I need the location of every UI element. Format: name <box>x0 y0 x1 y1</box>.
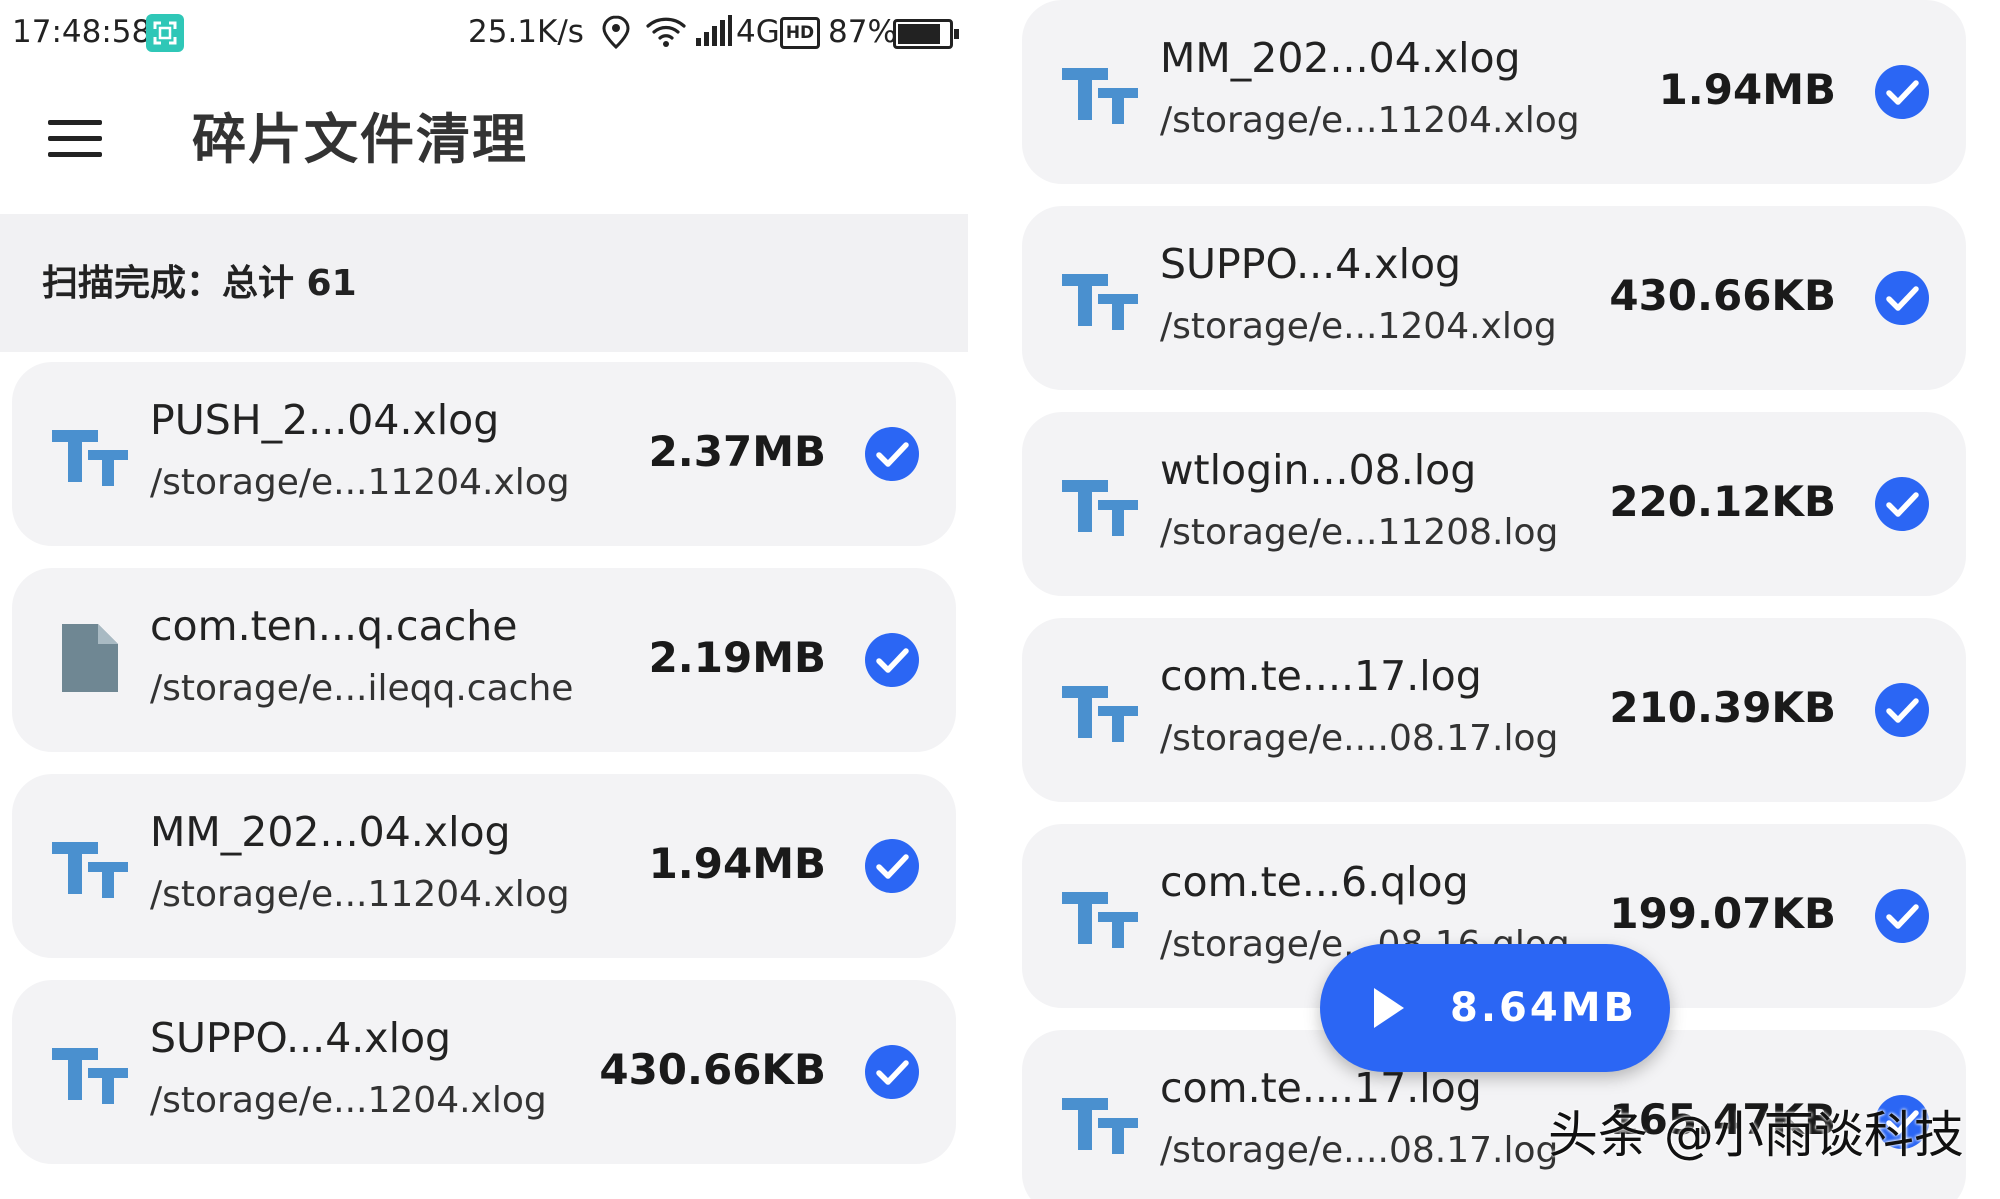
file-path: /storage/e...ileqq.cache <box>150 668 574 709</box>
watermark: 头条 @小雨谈科技 <box>1548 1106 1964 1164</box>
file-card[interactable]: MM_202...04.xlog/storage/e...11204.xlog 1… <box>12 774 956 958</box>
text-file-icon <box>1060 256 1140 336</box>
file-path: /storage/e...11208.log <box>1160 512 1559 553</box>
hd-badge: HD <box>780 17 820 49</box>
file-size: 220.12KB <box>1609 477 1836 526</box>
text-file-icon <box>1060 1080 1140 1160</box>
file-size: 430.66KB <box>1609 271 1836 320</box>
checkbox-checked-icon[interactable] <box>864 838 920 894</box>
file-card[interactable]: wtlogin...08.log/storage/e...11208.log 22… <box>1022 412 1966 596</box>
file-list: PUSH_2...04.xlog/storage/e...11204.xlog 2… <box>0 362 968 1199</box>
file-card[interactable]: com.te....17.log/storage/e....08.17.log 2… <box>1022 618 1966 802</box>
file-path: /storage/e...11204.xlog <box>150 874 570 915</box>
file-size: 430.66KB <box>599 1045 826 1094</box>
file-name: SUPPO...4.xlog <box>150 1014 452 1062</box>
file-card[interactable]: SUPPO...4.xlog/storage/e...1204.xlog 430.… <box>1022 206 1966 390</box>
page-title: 碎片文件清理 <box>192 108 528 171</box>
checkbox-checked-icon[interactable] <box>1874 682 1930 738</box>
location-icon <box>600 14 632 62</box>
hamburger-menu-icon[interactable] <box>48 120 102 158</box>
file-name: wtlogin...08.log <box>1160 446 1477 494</box>
file-path: /storage/e...11204.xlog <box>150 462 570 503</box>
checkbox-checked-icon[interactable] <box>864 632 920 688</box>
file-card[interactable]: MM_202...04.xlog/storage/e...11204.xlog 1… <box>1022 0 1966 184</box>
clean-button[interactable]: 8.64MB <box>1320 944 1670 1072</box>
generic-file-icon <box>50 618 130 698</box>
battery-icon <box>893 19 959 49</box>
file-name: SUPPO...4.xlog <box>1160 240 1462 288</box>
battery-tip <box>954 29 959 39</box>
wifi-icon <box>645 14 687 60</box>
file-path: /storage/e...1204.xlog <box>1160 306 1557 347</box>
file-name: MM_202...04.xlog <box>1160 34 1521 82</box>
text-file-icon <box>50 824 130 904</box>
text-file-icon <box>50 1030 130 1110</box>
text-file-icon <box>1060 668 1140 748</box>
scan-summary: 扫描完成：总计 61 <box>0 214 968 352</box>
checkbox-checked-icon[interactable] <box>1874 476 1930 532</box>
checkbox-checked-icon[interactable] <box>1874 64 1930 120</box>
file-card[interactable]: com.ten...q.cache/storage/e...ileqq.cach… <box>12 568 956 752</box>
file-size: 2.19MB <box>648 633 826 682</box>
file-name: com.ten...q.cache <box>150 602 518 650</box>
text-file-icon <box>50 412 130 492</box>
left-screen: 17:48:58 25.1K/s 4G HD 87% 碎片文件清理 扫描完成：总… <box>0 0 968 1199</box>
status-time: 17:48:58 <box>12 14 152 50</box>
text-file-icon <box>1060 874 1140 954</box>
clean-button-label: 8.64MB <box>1450 985 1637 1031</box>
file-card[interactable]: SUPPO...4.xlog/storage/e...1204.xlog 430.… <box>12 980 956 1164</box>
status-bar: 17:48:58 25.1K/s 4G HD 87% <box>0 0 968 64</box>
file-name: com.te...6.qlog <box>1160 858 1469 906</box>
battery-percent: 87% <box>828 14 897 50</box>
screenshot-icon <box>146 14 184 52</box>
checkbox-checked-icon[interactable] <box>864 426 920 482</box>
file-card[interactable]: PUSH_2...04.xlog/storage/e...11204.xlog 2… <box>12 362 956 546</box>
network-speed: 25.1K/s <box>468 14 584 50</box>
battery-fill <box>898 24 940 44</box>
network-type: 4G <box>736 14 780 50</box>
file-size: 199.07KB <box>1609 889 1836 938</box>
file-size: 1.94MB <box>1658 65 1836 114</box>
signal-icon <box>694 14 734 60</box>
app-bar: 碎片文件清理 <box>0 64 968 214</box>
file-name: PUSH_2...04.xlog <box>150 396 500 444</box>
file-size: 210.39KB <box>1609 683 1836 732</box>
file-path: /storage/e...11204.xlog <box>1160 100 1580 141</box>
play-icon <box>1368 984 1408 1032</box>
file-path: /storage/e....08.17.log <box>1160 718 1559 759</box>
file-size: 2.37MB <box>648 427 826 476</box>
text-file-icon <box>1060 50 1140 130</box>
scan-summary-text: 扫描完成：总计 61 <box>42 263 357 304</box>
file-name: MM_202...04.xlog <box>150 808 511 856</box>
file-path: /storage/e...1204.xlog <box>150 1080 547 1121</box>
checkbox-checked-icon[interactable] <box>1874 888 1930 944</box>
file-path: /storage/e....08.17.log <box>1160 1130 1559 1171</box>
file-size: 1.94MB <box>648 839 826 888</box>
text-file-icon <box>1060 462 1140 542</box>
file-name: com.te....17.log <box>1160 652 1482 700</box>
checkbox-checked-icon[interactable] <box>864 1044 920 1100</box>
checkbox-checked-icon[interactable] <box>1874 270 1930 326</box>
